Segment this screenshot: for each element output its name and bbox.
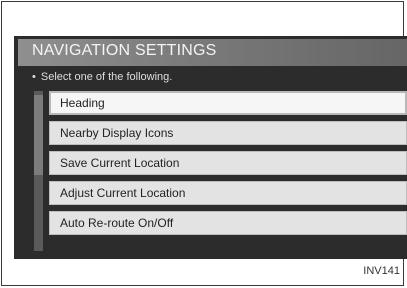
menu-item-nearby-display-icons[interactable]: Nearby Display Icons	[49, 121, 407, 145]
title-bar: NAVIGATION SETTINGS	[18, 39, 407, 66]
screen-title: NAVIGATION SETTINGS	[32, 42, 217, 59]
figure-frame: NAVIGATION SETTINGS • Select one of the f…	[1, 1, 407, 286]
bullet-icon: •	[32, 71, 36, 83]
instruction-prompt: • Select one of the following.	[32, 71, 172, 83]
menu-item-adjust-current-location[interactable]: Adjust Current Location	[49, 181, 407, 205]
menu-item-auto-reroute[interactable]: Auto Re-route On/Off	[49, 211, 407, 235]
nav-display-screen: NAVIGATION SETTINGS • Select one of the f…	[14, 36, 407, 259]
scrollbar-thumb[interactable]	[34, 95, 43, 175]
figure-code: INV141	[363, 265, 400, 277]
scrollbar[interactable]	[34, 91, 43, 251]
menu-item-heading[interactable]: Heading	[49, 91, 407, 115]
prompt-text: Select one of the following.	[40, 71, 173, 83]
menu-item-save-current-location[interactable]: Save Current Location	[49, 151, 407, 175]
